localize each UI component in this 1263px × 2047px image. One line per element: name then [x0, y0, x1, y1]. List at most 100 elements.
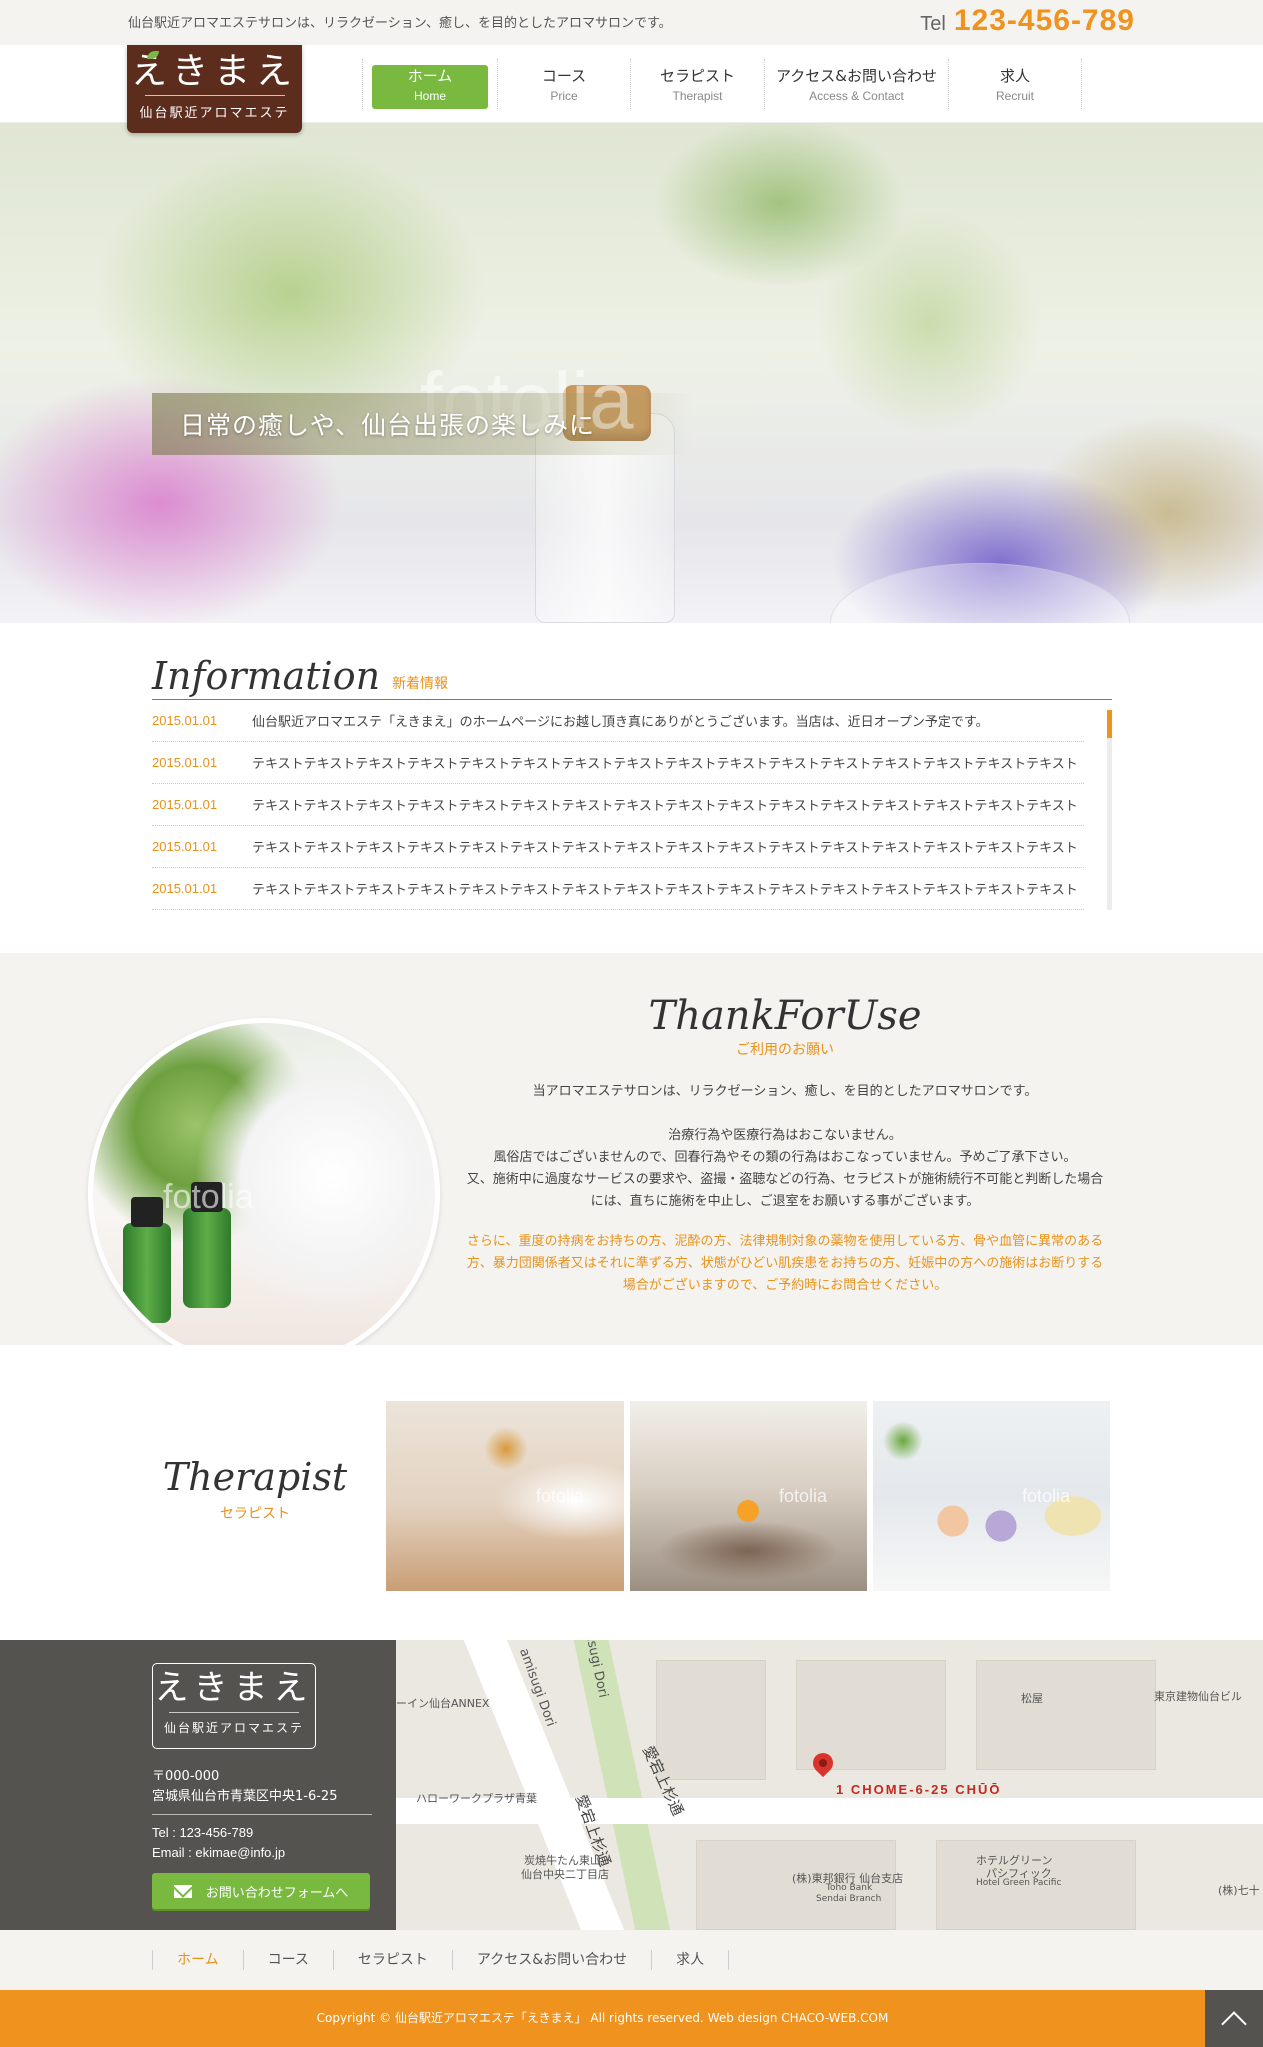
information-subtitle: 新着情報	[392, 676, 449, 692]
tel-number[interactable]: 123-456-789	[954, 4, 1135, 38]
news-date: 2015.01.01	[152, 713, 218, 728]
logo-divider	[144, 95, 285, 96]
therapist-photo-massage[interactable]: fotolia	[386, 1401, 624, 1591]
footer-info-panel: えきまえ 仙台駅近アロマエステ 〒000-000 宮城県仙台市青葉区中央1-6-…	[0, 1640, 396, 1930]
nav-access-label: アクセス&お問い合わせ	[776, 67, 937, 85]
therapist-heading: Therapist セラピスト	[150, 1455, 360, 1523]
thanks-subtitle: ご利用のお願い	[736, 1042, 834, 1058]
thanks-warning: さらに、重度の持病をお持ちの方、泥酔の方、法律規制対象の薬物を使用している方、骨…	[460, 1231, 1110, 1297]
news-text[interactable]: 仙台駅近アロマエステ「えきまえ」のホームページにお越し頂き真にありがとうございま…	[252, 711, 989, 730]
news-item[interactable]: 2015.01.01 仙台駅近アロマエステ「えきまえ」のホームページにお越し頂き…	[152, 700, 1084, 742]
nav-therapist[interactable]: セラピスト Therapist	[630, 59, 764, 109]
notice-line: には、直ちに施術を中止し、ご退室をお願いする事がございます。	[590, 1194, 980, 1209]
map-label: Sendai Branch	[816, 1894, 882, 1904]
nav-recruit-label: 求人	[999, 67, 1030, 85]
footer-nav-recruit[interactable]: 求人	[651, 1950, 730, 1970]
footer-nav-therapist[interactable]: セラピスト	[332, 1950, 452, 1970]
nav-home-sublabel: Home	[413, 89, 446, 103]
notice-line: 治療行為や医療行為はおこないません。	[668, 1128, 902, 1143]
nav-home[interactable]: ホーム Home	[362, 59, 497, 109]
news-scrollbar[interactable]	[1107, 710, 1112, 910]
nav-access[interactable]: アクセス&お問い合わせ Access & Contact	[764, 59, 948, 109]
therapist-photo-bathbombs[interactable]: fotolia	[873, 1401, 1110, 1591]
hero-catchcopy-text: 日常の癒しや、仙台出張の楽しみに	[180, 411, 596, 440]
thanks-notice: 治療行為や医療行為はおこないません。 風俗店ではございませんので、回春行為やその…	[460, 1125, 1110, 1213]
contact-form-button[interactable]: お問い合わせフォームへ	[152, 1873, 370, 1909]
news-item[interactable]: 2015.01.01 テキストテキストテキストテキストテキストテキストテキストテ…	[152, 784, 1084, 826]
top-bar: 仙台駅近アロマエステサロンは、リラクゼーション、癒し、を目的としたアロマサロンで…	[0, 0, 1263, 45]
map-label: ハローワークプラザ青葉	[416, 1792, 537, 1805]
phone-number[interactable]: Tel 123-456-789	[920, 4, 1135, 38]
map-label: (株)七十	[1218, 1884, 1260, 1897]
chevron-up-icon	[1221, 2010, 1247, 2037]
map-block	[976, 1660, 1156, 1770]
information-heading: Information 新着情報	[152, 650, 1112, 700]
map-label: Toho Bank	[826, 1883, 873, 1893]
site-tagline: 仙台駅近アロマエステサロンは、リラクゼーション、癒し、を目的としたアロマサロンで…	[128, 16, 672, 31]
news-text[interactable]: テキストテキストテキストテキストテキストテキストテキストテキストテキストテキスト…	[252, 753, 1078, 772]
footer-nav-price[interactable]: コース	[242, 1950, 333, 1970]
footer-contact: えきまえ 仙台駅近アロマエステ 〒000-000 宮城県仙台市青葉区中央1-6-…	[0, 1640, 1263, 1930]
footer-address: 〒000-000 宮城県仙台市青葉区中央1-6-25	[152, 1767, 337, 1807]
photo-watermark: fotolia	[535, 1486, 584, 1506]
contact-form-button-label: お問い合わせフォームへ	[205, 1885, 349, 1901]
back-to-top-button[interactable]	[1205, 1990, 1263, 2047]
oil-bottle	[123, 1197, 171, 1323]
thanks-title: ThankForUse	[648, 993, 922, 1039]
news-scrollbar-thumb[interactable]	[1107, 710, 1112, 738]
thanks-content: ThankForUse ご利用のお願い 当アロマエステサロンは、リラクゼーション…	[460, 993, 1110, 1297]
hero-bowl	[830, 563, 1130, 623]
nav-recruit-sublabel: Recruit	[995, 89, 1034, 103]
news-item[interactable]: 2015.01.01 テキストテキストテキストテキストテキストテキストテキストテ…	[152, 868, 1084, 910]
map-label: 東京建物仙台ビル	[1154, 1690, 1242, 1703]
news-item[interactable]: 2015.01.01 テキストテキストテキストテキストテキストテキストテキストテ…	[152, 742, 1084, 784]
street-address: 宮城県仙台市青葉区中央1-6-25	[152, 1789, 338, 1804]
photo-watermark: fotolia	[778, 1486, 827, 1506]
nav-access-sublabel: Access & Contact	[809, 89, 904, 103]
footer-nav-links: ホーム コース セラピスト アクセス&お問い合わせ 求人	[152, 1950, 730, 1970]
main-nav: ホーム Home コース Price セラピスト Therapist アクセス&…	[362, 45, 1082, 123]
access-map[interactable]: ーイン仙台ANNEX ハローワークプラザ青葉 炭焼牛たん東山 仙台中央二丁目店 …	[396, 1640, 1263, 1930]
photo-watermark: fotolia	[163, 1178, 254, 1216]
therapist-photo-candle[interactable]: fotolia	[630, 1401, 867, 1591]
footer-logo[interactable]: えきまえ 仙台駅近アロマエステ	[152, 1663, 316, 1749]
nav-price-label: コース	[541, 67, 587, 85]
footer-divider	[152, 1814, 372, 1815]
site-logo[interactable]: えきまえ 仙台駅近アロマエステ	[127, 45, 302, 133]
footer-logo-main: えきまえ	[154, 1668, 314, 1708]
news-text[interactable]: テキストテキストテキストテキストテキストテキストテキストテキストテキストテキスト…	[252, 837, 1078, 856]
news-date: 2015.01.01	[152, 839, 218, 854]
news-text[interactable]: テキストテキストテキストテキストテキストテキストテキストテキストテキストテキスト…	[252, 879, 1078, 898]
footer-logo-sub: 仙台駅近アロマエステ	[163, 1721, 304, 1735]
notice-line: 風俗店ではございませんので、回春行為やその類の行為はおこなっていません。予めご了…	[493, 1150, 1077, 1165]
aroma-circle-photo: fotolia	[88, 1018, 440, 1370]
news-item[interactable]: 2015.01.01 テキストテキストテキストテキストテキストテキストテキストテ…	[152, 826, 1084, 868]
map-label: 松屋	[1021, 1692, 1043, 1705]
warning-line: さらに、重度の持病をお持ちの方、泥酔の方、法律規制対象の薬物を使用している方、骨…	[466, 1234, 1104, 1249]
hero-catchcopy: 日常の癒しや、仙台出張の楽しみに	[152, 393, 692, 455]
footer-nav-access[interactable]: アクセス&お問い合わせ	[451, 1950, 651, 1970]
nav-home-label: ホーム	[407, 67, 453, 85]
footer-tel[interactable]: Tel : 123-456-789	[152, 1825, 253, 1840]
nav-recruit[interactable]: 求人 Recruit	[948, 59, 1082, 109]
news-list[interactable]: 2015.01.01 仙台駅近アロマエステ「えきまえ」のホームページにお越し頂き…	[152, 700, 1112, 910]
information-title: Information	[152, 654, 381, 698]
nav-price[interactable]: コース Price	[497, 59, 630, 109]
news-date: 2015.01.01	[152, 755, 218, 770]
news-date: 2015.01.01	[152, 797, 218, 812]
footer-nav-home[interactable]: ホーム	[152, 1950, 243, 1970]
footer-nav: ホーム コース セラピスト アクセス&お問い合わせ 求人	[0, 1930, 1263, 1990]
footer-contact-info: Tel : 123-456-789 Email : ekimae@info.jp	[152, 1823, 285, 1863]
footer-email[interactable]: Email : ekimae@info.jp	[152, 1845, 285, 1860]
map-label: Hotel Green Pacific	[976, 1878, 1062, 1888]
map-block	[656, 1660, 766, 1780]
notice-line: 又、施術中に過度なサービスの要求や、盗撮・盗聴などの行為、セラピストが施術続行不…	[466, 1172, 1104, 1187]
news-text[interactable]: テキストテキストテキストテキストテキストテキストテキストテキストテキストテキスト…	[252, 795, 1078, 814]
warning-line: 方、暴力団関係者又はそれに準ずる方、状態がひどい肌疾患をお持ちの方、妊娠中の方へ…	[466, 1256, 1104, 1271]
therapist-subtitle: セラピスト	[220, 1506, 290, 1522]
copyright-text: Copyright © 仙台駅近アロマエステ「えきまえ」 All rights …	[316, 2011, 889, 2025]
thanks-section: fotolia ThankForUse ご利用のお願い 当アロマエステサロンは、…	[0, 953, 1263, 1370]
copyright-bar: Copyright © 仙台駅近アロマエステ「えきまえ」 All rights …	[0, 1990, 1263, 2047]
map-label: ーイン仙台ANNEX	[396, 1697, 490, 1710]
nav-price-sublabel: Price	[550, 89, 578, 103]
